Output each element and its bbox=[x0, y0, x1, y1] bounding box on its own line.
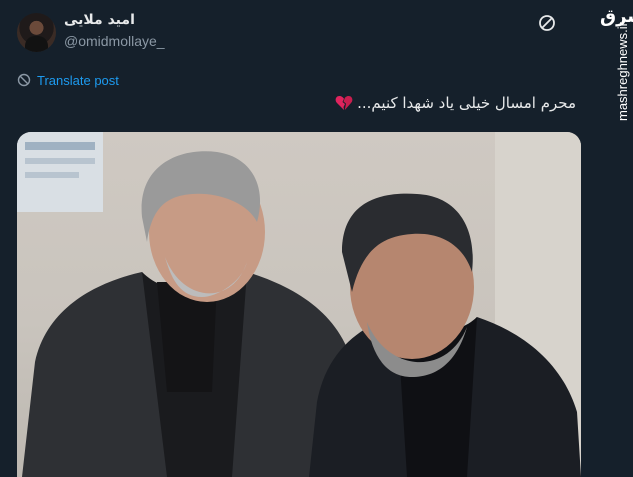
translate-post-label: Translate post bbox=[37, 72, 119, 88]
broken-heart-icon bbox=[335, 96, 353, 110]
photo-illustration bbox=[17, 132, 581, 477]
watermark-bar: مشرق mashreghnews.ir bbox=[598, 0, 633, 472]
translate-post-link[interactable]: Translate post bbox=[17, 72, 119, 88]
globe-icon bbox=[17, 73, 31, 87]
author-handle[interactable]: @omidmollaye_ bbox=[64, 33, 165, 49]
author-display-name[interactable]: امید ملایی bbox=[64, 12, 135, 28]
tweet-text: محرم امسال خیلی یاد شهدا کنیم... bbox=[357, 94, 576, 112]
avatar[interactable] bbox=[17, 13, 56, 52]
tweet-text-row: محرم امسال خیلی یاد شهدا کنیم... bbox=[335, 94, 576, 112]
tweet-photo[interactable] bbox=[17, 132, 581, 477]
tweet-card: امید ملایی @omidmollaye_ Translate post … bbox=[0, 0, 598, 477]
watermark-site: mashreghnews.ir bbox=[615, 22, 630, 121]
grok-icon[interactable] bbox=[537, 13, 557, 33]
